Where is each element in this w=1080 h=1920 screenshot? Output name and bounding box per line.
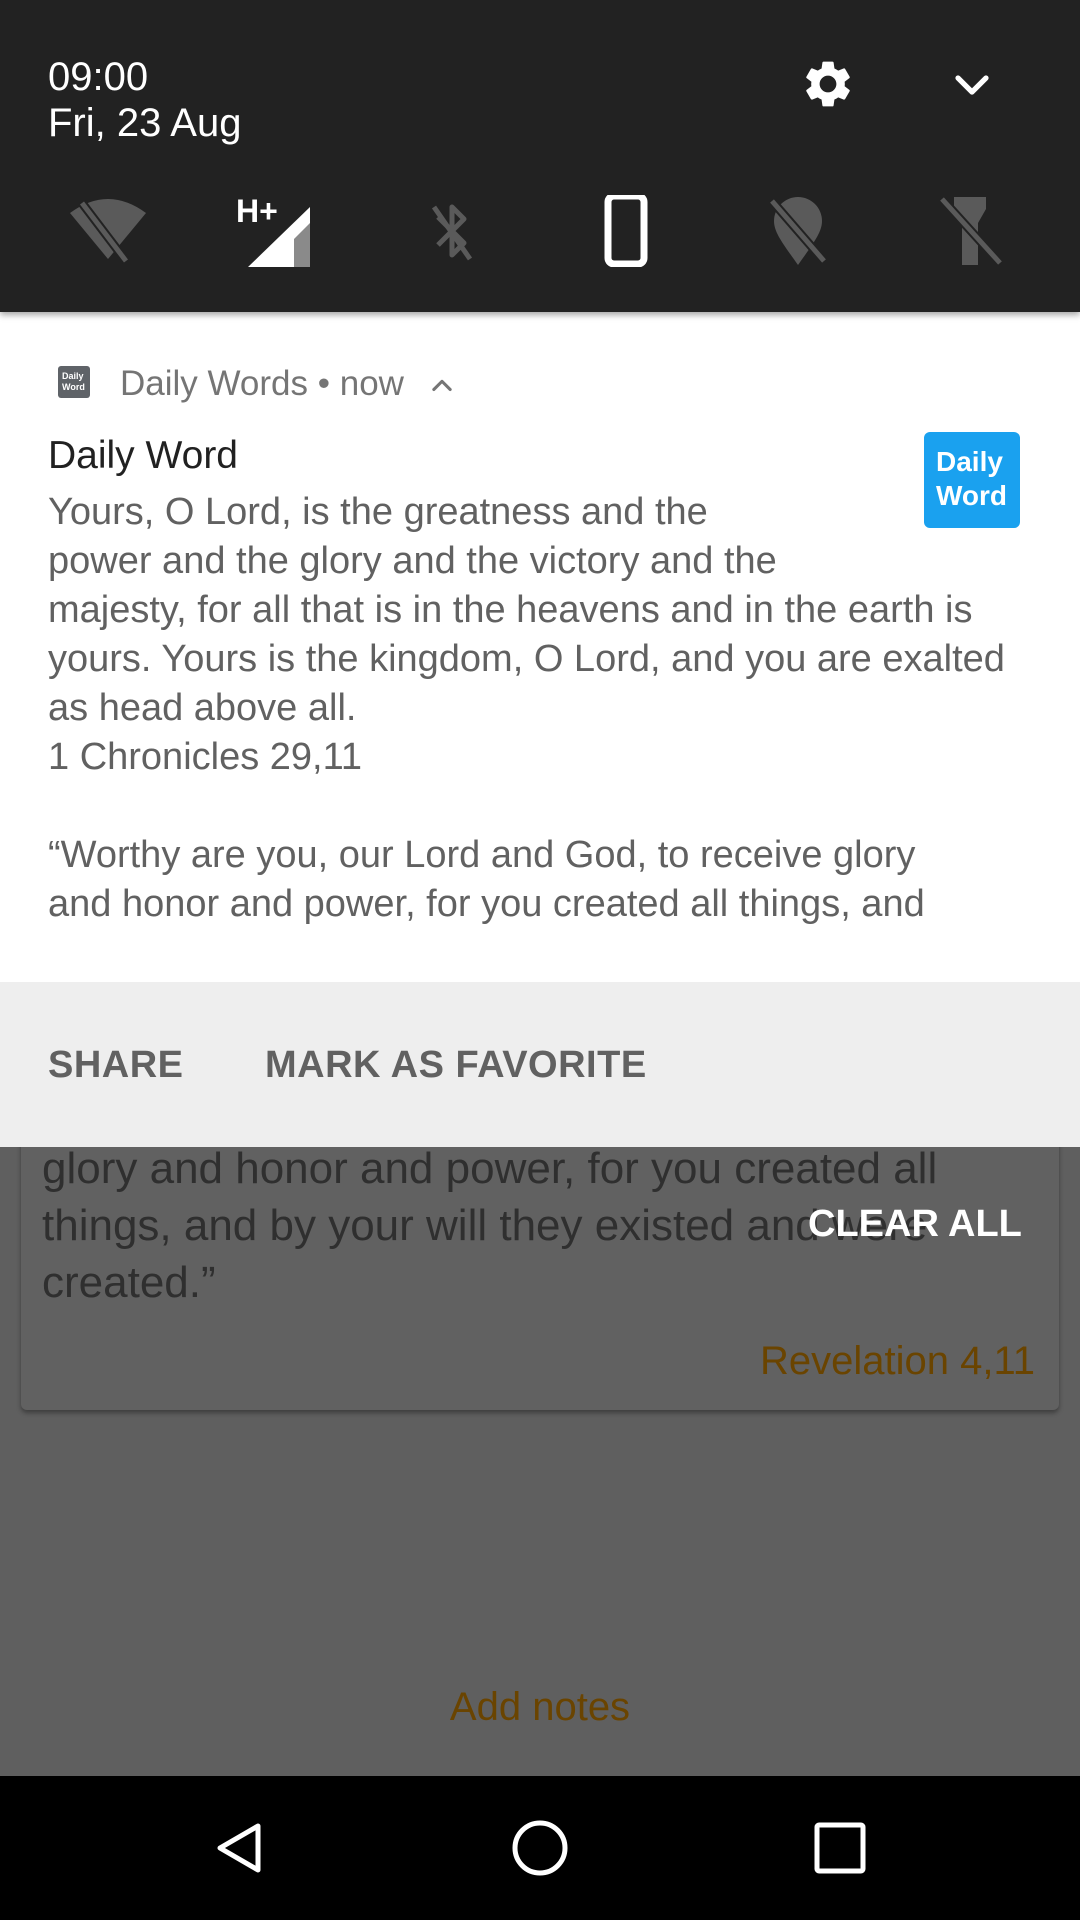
verse-1-line-2: power and the glory and the victory and … bbox=[48, 540, 777, 582]
meta-separator: • bbox=[317, 364, 331, 403]
daily-word-notification[interactable]: Daily Word Daily Words • now Daily Word … bbox=[0, 312, 1080, 1147]
home-icon[interactable] bbox=[506, 1814, 574, 1882]
add-notes-link: Add notes bbox=[449, 1685, 631, 1729]
verse-1-reference: 1 Chronicles 29,11 bbox=[48, 736, 363, 778]
mobile-signal-icon[interactable]: H+ bbox=[234, 195, 314, 267]
chevron-down-icon[interactable] bbox=[948, 62, 996, 110]
notification-content[interactable]: Daily Word Daily Words • now Daily Word … bbox=[0, 312, 1080, 982]
mark-as-favorite-button[interactable]: MARK AS FAVORITE bbox=[265, 1042, 647, 1088]
flashlight-off-icon[interactable] bbox=[930, 195, 1010, 267]
background-verse-reference: Revelation 4,11 bbox=[760, 1339, 1035, 1383]
verse-2-line-1: “Worthy are you, our Lord and God, to re… bbox=[48, 834, 916, 876]
notification-text: Yours, O Lord, is the greatness and the … bbox=[48, 488, 1038, 929]
wifi-off-icon[interactable] bbox=[68, 195, 148, 267]
notification-time: now bbox=[339, 364, 404, 403]
gear-icon[interactable] bbox=[800, 56, 856, 112]
verse-2-line-2: and honor and power, for you created all… bbox=[48, 883, 925, 925]
recents-icon[interactable] bbox=[806, 1814, 874, 1882]
app-name: Daily Words bbox=[120, 364, 309, 403]
app-small-icon: Daily Word bbox=[58, 366, 90, 398]
chevron-up-icon[interactable] bbox=[428, 372, 456, 400]
clock-date[interactable]: Fri, 23 Aug bbox=[48, 100, 241, 146]
verse-gap bbox=[48, 782, 1038, 831]
back-icon[interactable] bbox=[206, 1814, 274, 1882]
quick-settings-header: 09:00 Fri, 23 Aug H+ bbox=[0, 0, 1080, 312]
location-off-icon[interactable] bbox=[758, 195, 838, 267]
signal-bars-icon bbox=[248, 207, 310, 267]
navigation-bar bbox=[0, 1776, 1080, 1920]
clear-all-button[interactable]: CLEAR ALL bbox=[808, 1200, 1022, 1248]
auto-rotate-icon[interactable] bbox=[586, 195, 666, 267]
clock-time: 09:00 bbox=[48, 55, 149, 99]
notification-header: Daily Words • now bbox=[120, 362, 404, 406]
app-icon-text-2: Word bbox=[62, 382, 85, 392]
app-icon-text-1: Daily bbox=[62, 371, 84, 381]
notification-shade-screen: glory and honor and power, for you creat… bbox=[0, 0, 1080, 1920]
verse-1-line-1: Yours, O Lord, is the greatness and the bbox=[48, 491, 708, 533]
verse-1-rest: majesty, for all that is in the heavens … bbox=[48, 589, 1005, 729]
large-icon-text-1: Daily bbox=[936, 446, 1003, 477]
share-button[interactable]: SHARE bbox=[48, 1042, 184, 1088]
bluetooth-off-icon[interactable] bbox=[412, 195, 492, 267]
notification-title: Daily Word bbox=[48, 434, 238, 477]
notification-actions: SHARE MARK AS FAVORITE bbox=[0, 982, 1080, 1147]
